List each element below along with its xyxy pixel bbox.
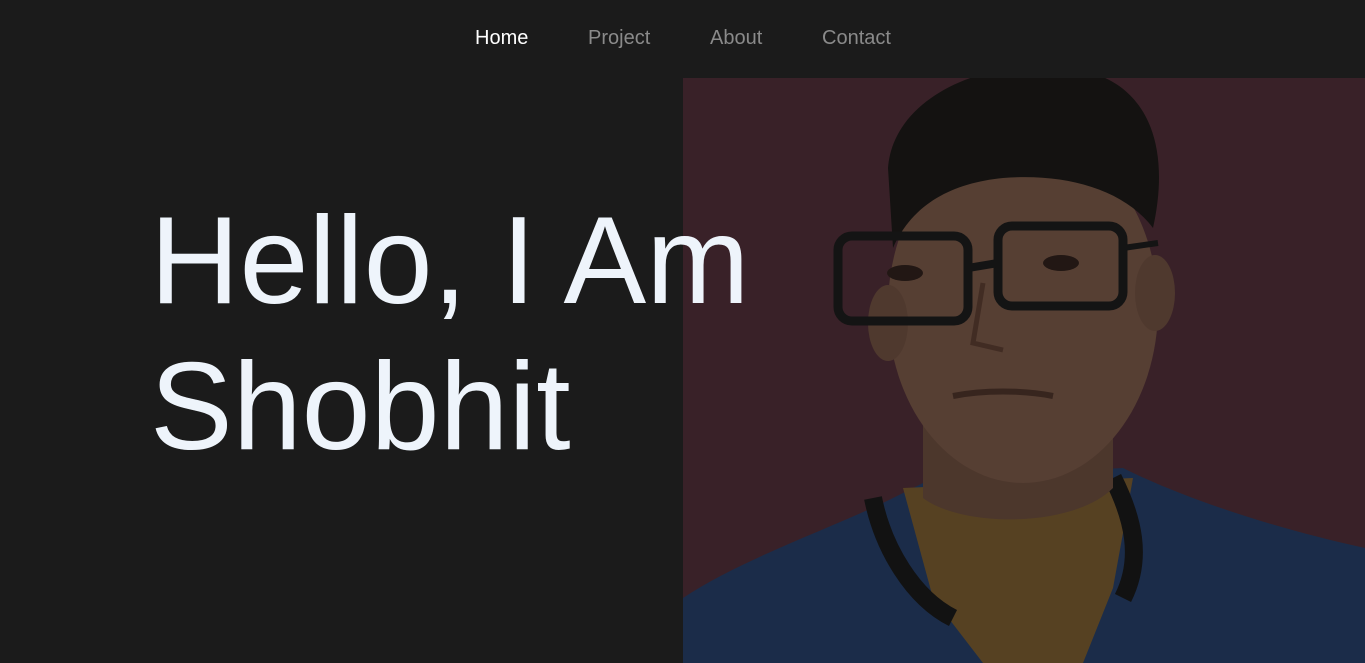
hero-name: Shobhit: [150, 338, 571, 476]
hero-greeting: Hello, I Am: [150, 192, 750, 330]
nav-link-about[interactable]: About: [710, 25, 762, 51]
nav-link-project[interactable]: Project: [588, 25, 650, 51]
portrait-photo: [683, 78, 1365, 663]
top-navbar: Home Project About Contact: [0, 0, 1365, 78]
hero-heading: Hello, I Am Shobhit: [150, 188, 750, 480]
nav-link-contact[interactable]: Contact: [822, 25, 891, 51]
portrait-overlay: [683, 78, 1365, 663]
nav-link-home[interactable]: Home: [475, 25, 528, 51]
page: Home Project About Contact Hello, I Am S…: [0, 0, 1365, 663]
